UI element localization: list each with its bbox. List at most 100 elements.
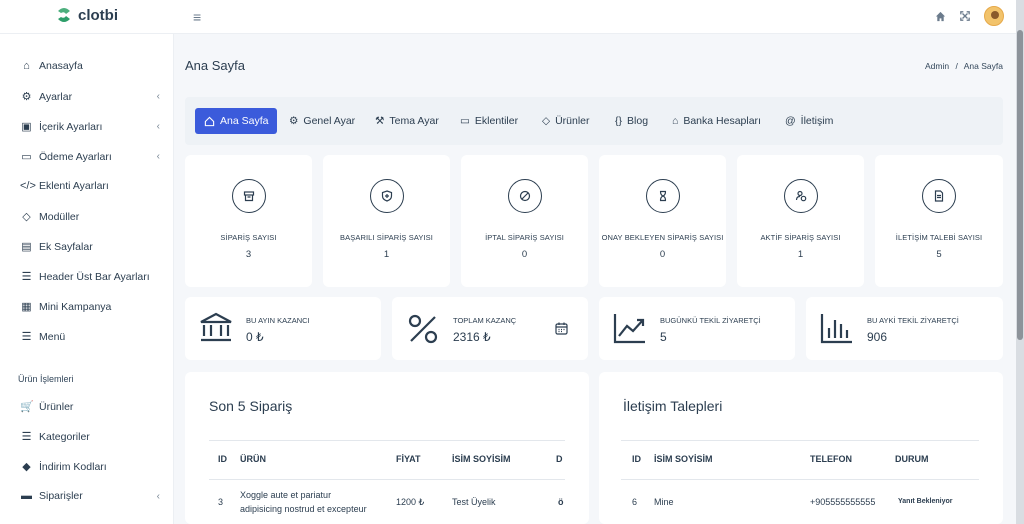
calendar-icon[interactable] [555, 322, 568, 335]
sidebar-item-label: Anasayfa [39, 60, 83, 72]
sidebar-item-icerik-ayarlari[interactable]: ▣ İçerik Ayarları ‹ [20, 120, 160, 134]
stat-card-aktif: AKTİF SİPARİŞ SAYISI 1 [737, 155, 864, 287]
column-header: İSİM SOYİSİM [654, 454, 713, 464]
column-header: ÜRÜN [240, 454, 266, 464]
income-value: 2316 ₺ [453, 330, 491, 344]
cell-product: Xoggle aute et pariatur [240, 490, 332, 500]
home-icon [204, 116, 215, 126]
sidebar-section-title: Ürün İşlemleri [18, 374, 74, 384]
cart-icon: 🛒 [20, 401, 34, 413]
ban-icon [507, 179, 542, 213]
bars-icon: ☰ [21, 271, 32, 283]
sidebar-item-label: Ödeme Ayarları [39, 150, 112, 163]
bank-icon [200, 312, 232, 342]
tab-genel-ayar[interactable]: ⚙ Genel Ayar [289, 108, 355, 134]
stat-value: 1 [797, 249, 804, 260]
column-header: TELEFON [810, 454, 852, 464]
sidebar-item-indirim-kodlari[interactable]: ◆ İndirim Kodları [20, 460, 160, 474]
panel-title: Son 5 Sipariş [209, 398, 293, 414]
scrollbar-thumb[interactable] [1017, 30, 1023, 340]
sidebar-item-eklenti-ayarlari[interactable]: </> Eklenti Ayarları [20, 180, 160, 192]
sidebar-item-label: Siparişler [39, 490, 83, 502]
sidebar-item-siparisler[interactable]: ▬ Siparişler ‹ [20, 490, 160, 502]
panel-title: İletişim Talepleri [623, 398, 723, 414]
contact-requests-panel: İletişim Talepleri ID İSİM SOYİSİM TELEF… [599, 372, 1003, 524]
gears-icon: ⚙ [21, 91, 32, 103]
sidebar-item-ek-sayfalar[interactable]: ▤ Ek Sayfalar [20, 240, 160, 254]
column-header: ID [218, 454, 227, 464]
visitor-value: 906 [867, 330, 888, 344]
top-actions [935, 6, 1004, 26]
chevron-left-icon: ‹ [156, 151, 160, 162]
breadcrumb-link-admin[interactable]: Admin [925, 61, 949, 71]
stat-label: ONAY BEKLEYEN SİPARİŞ SAYISI [601, 233, 724, 242]
chevron-left-icon: ‹ [156, 121, 160, 132]
column-header: DURUM [895, 454, 929, 464]
tab-label: Tema Ayar [389, 115, 439, 127]
code-icon: </> [20, 180, 36, 192]
sidebar-item-label: Ürünler [39, 400, 74, 413]
tab-label: Ürünler [555, 115, 590, 127]
briefcase-icon: ▬ [21, 490, 32, 502]
tab-tema-ayar[interactable]: ⚒ Tema Ayar [375, 108, 439, 134]
table-divider [209, 440, 565, 441]
stat-card-onay-bekleyen: ONAY BEKLEYEN SİPARİŞ SAYISI 0 [599, 155, 726, 287]
column-header: ID [632, 454, 641, 464]
list-icon: ☰ [21, 331, 32, 343]
table-divider [621, 479, 979, 480]
credit-card-icon: ▭ [21, 151, 32, 163]
tab-blog[interactable]: {} Blog [615, 108, 648, 134]
sidebar-item-mini-kampanya[interactable]: ▦ Mini Kampanya [20, 300, 160, 314]
sidebar-item-anasayfa[interactable]: ⌂ Anasayfa [20, 60, 160, 72]
percent-icon [408, 314, 438, 344]
fullscreen-icon[interactable] [960, 11, 970, 21]
brand-logo[interactable]: clotbi [56, 6, 118, 24]
sidebar-item-urunler[interactable]: 🛒 Ürünler [20, 400, 160, 414]
sidebar: ⌂ Anasayfa ⚙ Ayarlar ‹ ▣ İçerik Ayarları ‹ ▭ Ö… [0, 34, 174, 524]
cell-name: Test Üyelik [452, 497, 496, 507]
document-icon [922, 179, 956, 213]
menu-toggle-icon[interactable]: ≡ [193, 9, 201, 25]
sidebar-item-odeme-ayarlari[interactable]: ▭ Ödeme Ayarları ‹ [20, 150, 160, 164]
tab-label: Banka Hesapları [683, 115, 761, 127]
income-label: BU AYIN KAZANCI [246, 316, 310, 325]
breadcrumb-current: Ana Sayfa [963, 61, 1003, 71]
stat-value: 0 [659, 249, 666, 260]
tab-eklentiler[interactable]: ▭ Eklentiler [460, 108, 518, 134]
tab-banka-hesaplari[interactable]: ⌂ Banka Hesapları [672, 108, 761, 134]
sidebar-item-kategoriler[interactable]: ☰ Kategoriler [20, 430, 160, 444]
tab-label: Genel Ayar [303, 115, 356, 127]
sidebar-item-moduller[interactable]: ◇ Modüller [20, 210, 160, 224]
page-scrollbar[interactable] [1016, 0, 1024, 524]
page-title: Ana Sayfa [185, 58, 245, 73]
visitor-card-monthly: BU AYKİ TEKİL ZİYARETÇİ 906 [806, 297, 1003, 360]
sidebar-item-label: İçerik Ayarları [39, 120, 103, 133]
sidebar-item-label: Kategoriler [39, 430, 90, 443]
sidebar-item-ayarlar[interactable]: ⚙ Ayarlar ‹ [20, 90, 160, 104]
stat-label: İLETİŞİM TALEBİ SAYISI [895, 233, 983, 242]
archive-icon [231, 179, 266, 213]
tab-urunler[interactable]: ◇ Ürünler [542, 108, 590, 134]
diamond-icon: ◇ [22, 211, 31, 223]
table-divider [209, 479, 565, 480]
tab-ana-sayfa[interactable]: Ana Sayfa [195, 108, 278, 134]
cell-price: 1200 ₺ [396, 497, 425, 507]
sidebar-item-menu[interactable]: ☰ Menü [20, 330, 160, 344]
cell-name: Mine [654, 497, 674, 507]
tab-label: Ana Sayfa [220, 115, 269, 127]
settings-tabs: Ana Sayfa ⚙ Genel Ayar ⚒ Tema Ayar ▭ Eklent… [185, 97, 1003, 145]
home-icon[interactable] [935, 11, 946, 22]
stat-label: AKTİF SİPARİŞ SAYISI [760, 233, 841, 242]
bar-chart-icon [820, 314, 852, 344]
stat-value: 3 [245, 249, 252, 260]
cell-id: 6 [632, 497, 638, 507]
sidebar-item-header-ust-bar[interactable]: ☰ Header Üst Bar Ayarları [20, 270, 160, 284]
visitor-label: BUGÜNKÜ TEKİL ZİYARETÇİ [660, 316, 761, 325]
column-header: D [556, 454, 563, 464]
tab-iletisim[interactable]: @ İletişim [785, 108, 833, 134]
table-divider [621, 440, 979, 441]
chevron-left-icon: ‹ [156, 91, 160, 102]
user-avatar[interactable] [984, 6, 1004, 26]
stat-card-basarili: BAŞARILI SİPARİŞ SAYISI 1 [323, 155, 450, 287]
stat-label: İPTAL SİPARİŞ SAYISI [485, 233, 564, 242]
